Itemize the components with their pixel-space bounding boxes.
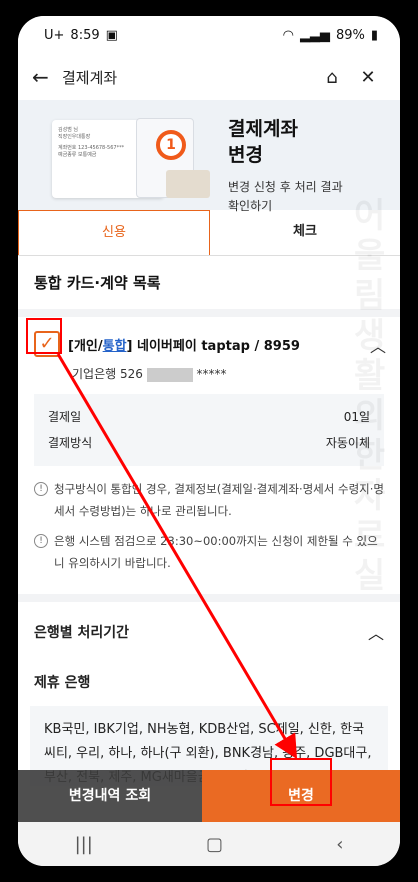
info-icon: ! — [34, 482, 48, 496]
annotation-box-checkbox — [26, 318, 62, 354]
info-icon: ! — [34, 534, 48, 548]
hero-sub-2: 확인하기 — [228, 199, 273, 213]
notice-list: ! 청구방식이 통합인 경우, 결제정보(결제일·결제계좌·명세서 수령지·명세… — [18, 466, 400, 594]
wifi-icon: ◠ — [282, 27, 294, 43]
system-nav-bar: ||| ▢ ‹ — [18, 822, 400, 866]
home-nav-icon[interactable]: ▢ — [206, 834, 223, 855]
card-name: [개인/통합] 네이버페이 taptap / 8959 — [68, 335, 300, 354]
card-prefix: 개인/ — [73, 338, 103, 354]
masked-digits — [146, 367, 193, 382]
back-nav-icon[interactable]: ‹ — [336, 834, 343, 855]
change-history-button[interactable]: 변경내역 조회 — [18, 770, 202, 822]
annotation-box-change — [270, 758, 332, 806]
hero-title-2: 변경 — [228, 144, 263, 166]
hero-title-1: 결제계좌 — [228, 118, 298, 140]
hero-banner: 김성범 님 직장인우대통장 계좌번호 123-45678-567*** 예금종류… — [18, 100, 400, 213]
integrated-link[interactable]: 통합 — [103, 339, 127, 354]
bank-period-title: 은행별 처리기간 — [34, 625, 130, 641]
list-title: 통합 카드·계약 목록 — [34, 274, 161, 292]
app-bar: ← 결제계좌 ⌂ ✕ — [18, 54, 400, 100]
divider — [18, 309, 400, 317]
close-icon[interactable]: ✕ — [350, 67, 386, 88]
tab-credit[interactable]: 신용 — [18, 210, 210, 255]
back-arrow-icon[interactable]: ← — [32, 65, 62, 89]
phone-screen: U+ 8:59 ▣ ◠ ▂▃▅ 89% ▮ ← 결제계좌 ⌂ ✕ 김성범 님 직… — [18, 16, 400, 866]
signal-icon: ▂▃▅ — [299, 27, 330, 43]
detail-label: 결제방식 — [48, 436, 93, 450]
chevron-up-icon[interactable]: ︿ — [368, 620, 384, 644]
clock: 8:59 — [70, 27, 100, 43]
battery-label: 89% — [335, 27, 365, 43]
notice-text: 청구방식이 통합인 경우, 결제정보(결제일·결제계좌·명세서 수령지·명세서 … — [54, 482, 384, 518]
card-suffix: ] 네이버페이 taptap / 8959 — [126, 338, 300, 354]
hero-sub-1: 변경 신청 후 처리 결과 — [228, 180, 343, 194]
notice-item: ! 은행 시스템 점검으로 23:30~00:00까지는 신청이 제한될 수 있… — [34, 530, 384, 574]
gallery-icon: ▣ — [105, 27, 118, 43]
page-title: 결제계좌 — [62, 68, 118, 87]
partner-bank-title: 제휴 은행 — [34, 675, 91, 691]
carrier-label: U+ — [44, 27, 65, 43]
bank-period-header[interactable]: 은행별 처리기간 ︿ — [18, 602, 400, 662]
refresh-coin-icon: 1 — [156, 130, 186, 160]
detail-label: 결제일 — [48, 410, 82, 424]
detail-row: 결제일 01일 — [48, 404, 370, 430]
notice-item: ! 청구방식이 통합인 경우, 결제정보(결제일·결제계좌·명세서 수령지·명세… — [34, 478, 384, 522]
notice-text: 은행 시스템 점검으로 23:30~00:00까지는 신청이 제한될 수 있으니… — [54, 534, 378, 570]
card-item[interactable]: ✓ [개인/통합] 네이버페이 taptap / 8959 ︿ 기업은행 526… — [18, 317, 400, 466]
card-illustration — [166, 170, 210, 198]
card-type-tabs: 신용 체크 — [18, 210, 400, 256]
card-detail: 결제일 01일 결제방식 자동이체 — [34, 394, 384, 466]
detail-row: 결제방식 자동이체 — [48, 430, 370, 456]
recent-apps-icon[interactable]: ||| — [75, 834, 93, 855]
home-icon[interactable]: ⌂ — [314, 67, 350, 88]
bottom-action-bar: 변경내역 조회 변경 — [18, 770, 400, 822]
watermark: 어울림생활의한자료실 — [354, 196, 386, 596]
account-number: 기업은행 526 ***** — [34, 357, 384, 382]
battery-icon: ▮ — [370, 27, 378, 43]
account-tail: ***** — [196, 367, 227, 381]
account-bank: 기업은행 526 — [72, 367, 143, 381]
status-bar: U+ 8:59 ▣ ◠ ▂▃▅ 89% ▮ — [18, 16, 400, 54]
divider — [18, 594, 400, 602]
